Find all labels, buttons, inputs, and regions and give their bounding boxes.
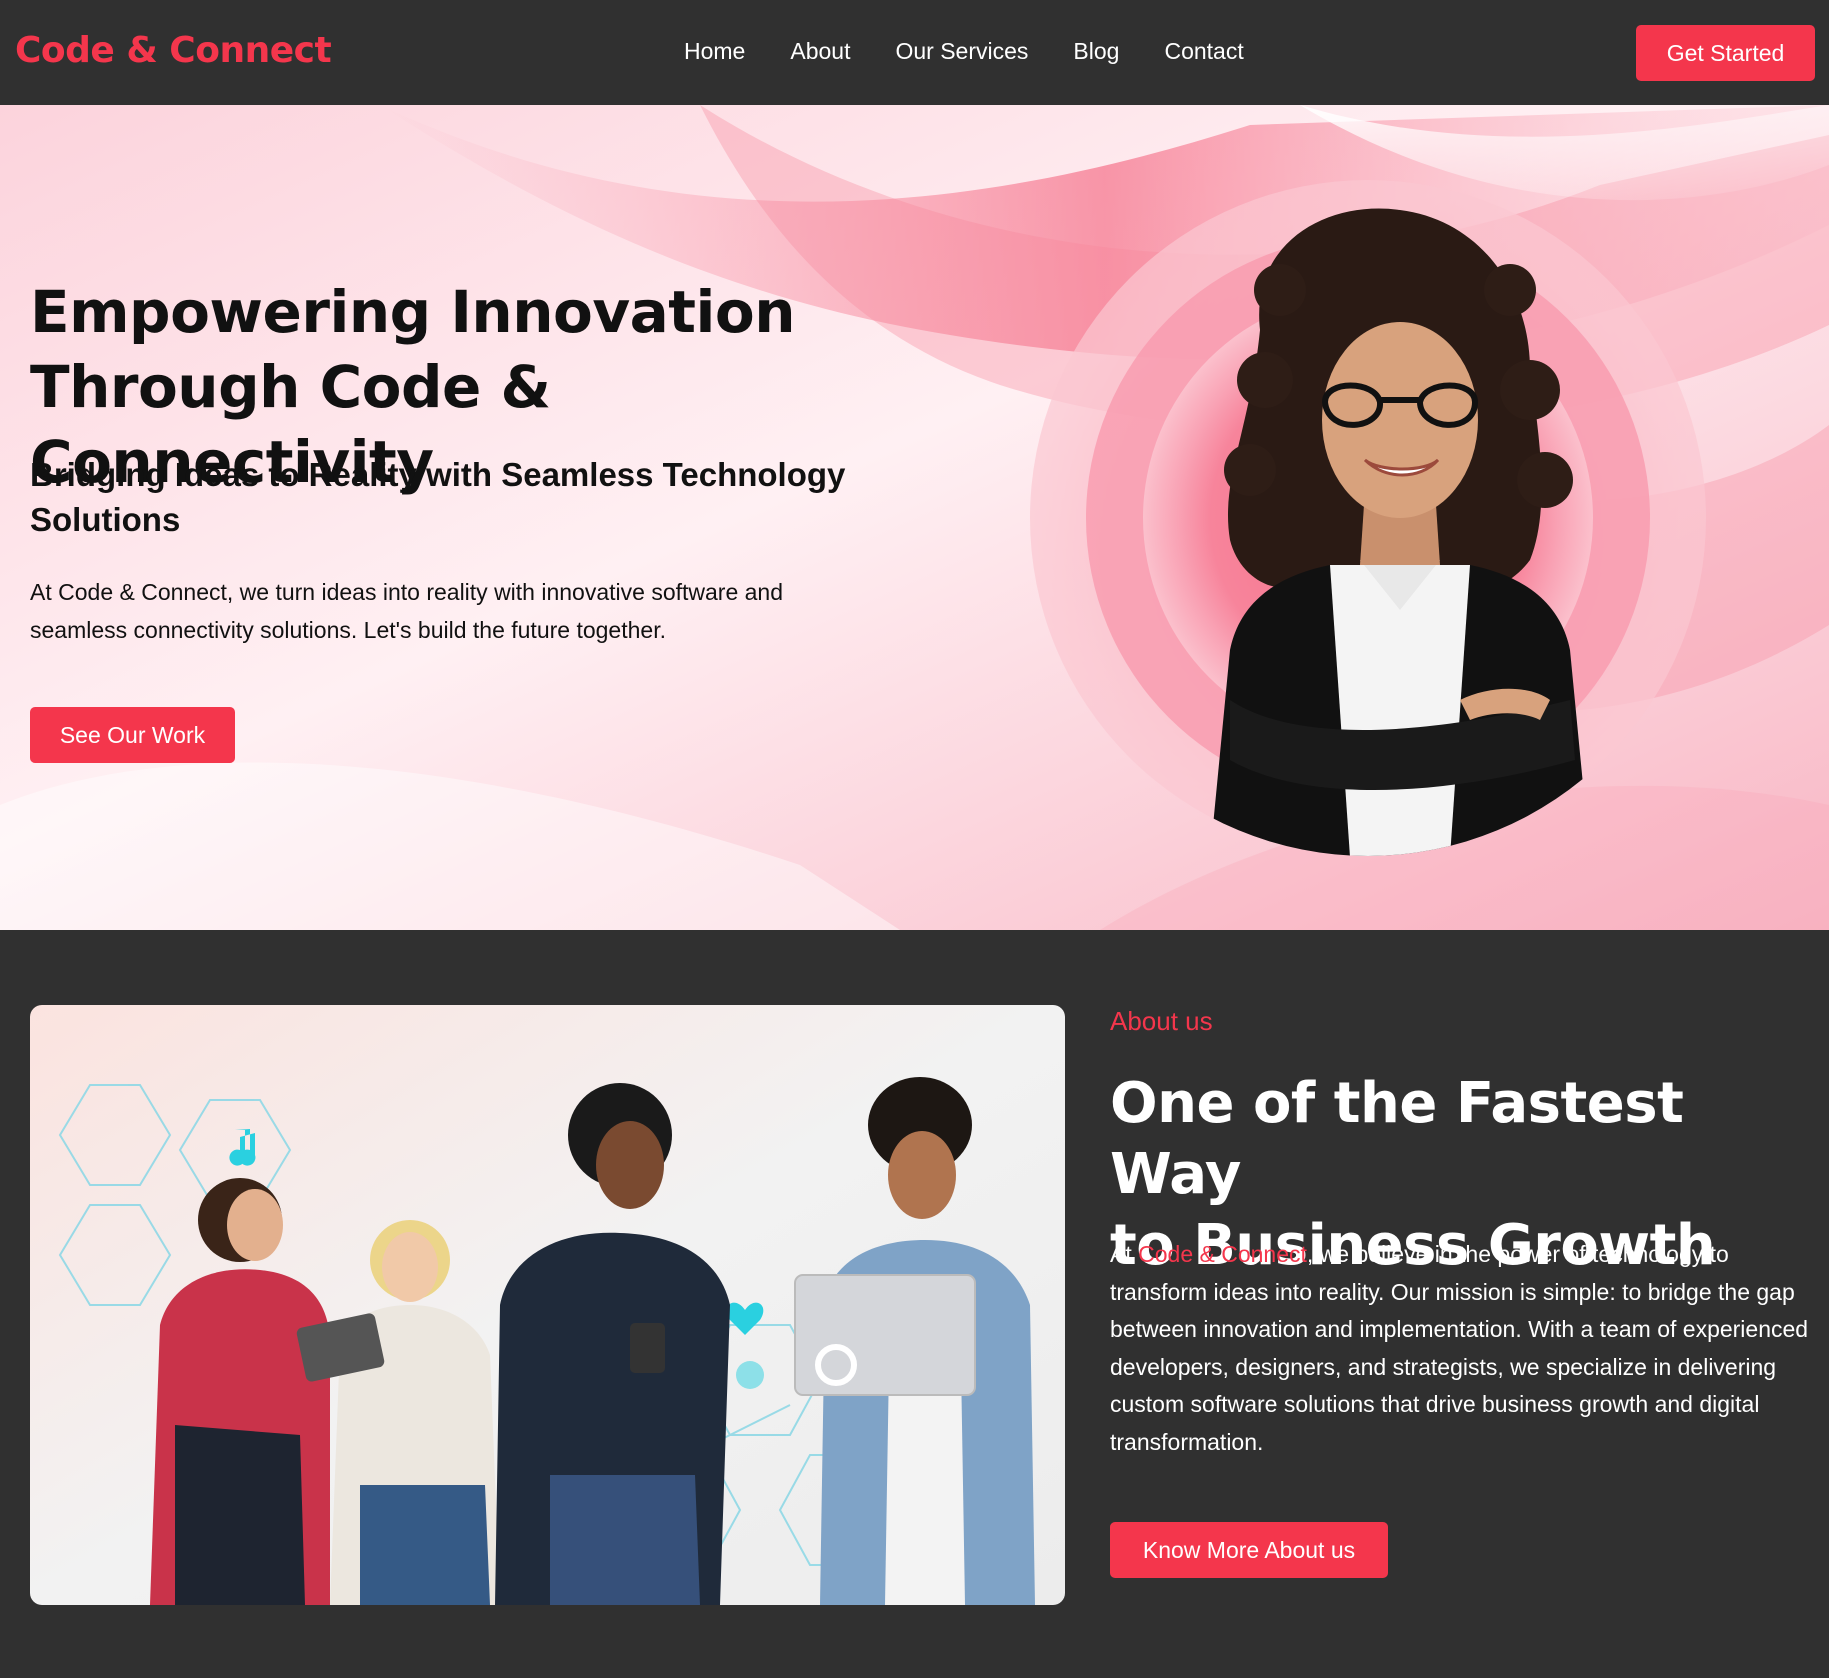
about-title-line-1: One of the Fastest Way	[1110, 1071, 1684, 1207]
hero-portrait-image	[1030, 180, 1706, 856]
nav-item-contact[interactable]: Contact	[1164, 38, 1243, 65]
hero-subtitle: Bridging Ideas to Reality with Seamless …	[30, 456, 846, 538]
nav-item-blog[interactable]: Blog	[1073, 38, 1119, 65]
site-header: Code & Connect Home About Our Services B…	[0, 0, 1829, 105]
about-section: About us One of the Fastest Way to Busin…	[0, 930, 1829, 1678]
about-description: At Code & Connect, we believe in the pow…	[1110, 1236, 1810, 1462]
hero-description: At Code & Connect, we turn ideas into re…	[30, 579, 784, 643]
nav-item-about[interactable]: About	[790, 38, 850, 65]
nav-item-services[interactable]: Our Services	[895, 38, 1028, 65]
about-label: About us	[1110, 1006, 1213, 1036]
hero-title-line-1: Empowering Innovation	[30, 278, 796, 346]
know-more-about-us-button[interactable]: Know More About us	[1110, 1522, 1388, 1578]
about-text-prefix: At	[1110, 1241, 1139, 1267]
see-our-work-button[interactable]: See Our Work	[30, 707, 235, 763]
hero-section: Empowering Innovation Through Code & Con…	[0, 105, 1829, 930]
nav-item-home[interactable]: Home	[684, 38, 745, 65]
about-text-brand: Code & Connect	[1138, 1241, 1307, 1267]
about-text-body: , we believe in the power of technology …	[1110, 1241, 1809, 1455]
about-team-image	[30, 1005, 1065, 1605]
get-started-button[interactable]: Get Started	[1636, 25, 1815, 81]
brand-logo[interactable]: Code & Connect	[15, 30, 332, 71]
main-nav: Home About Our Services Blog Contact	[684, 38, 1244, 65]
